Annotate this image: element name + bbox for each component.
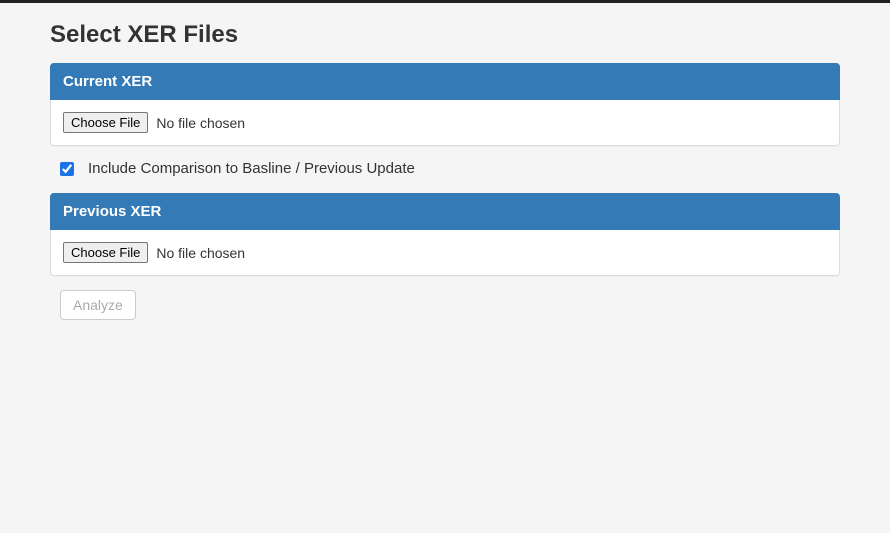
current-file-status: No file chosen <box>156 115 245 131</box>
current-choose-file-button[interactable]: Choose File <box>63 112 148 133</box>
include-comparison-row: Include Comparison to Basline / Previous… <box>60 160 840 177</box>
current-xer-panel: Current XER Choose File No file chosen <box>50 63 840 146</box>
previous-choose-file-button[interactable]: Choose File <box>63 242 148 263</box>
current-xer-heading: Current XER <box>50 63 840 100</box>
previous-xer-panel: Previous XER Choose File No file chosen <box>50 193 840 276</box>
main-container: Select XER Files Current XER Choose File… <box>0 3 890 332</box>
previous-xer-file-row: Choose File No file chosen <box>63 242 827 263</box>
include-comparison-checkbox[interactable] <box>60 162 74 176</box>
current-xer-file-row: Choose File No file chosen <box>63 112 827 133</box>
page-title: Select XER Files <box>50 21 840 49</box>
include-comparison-label: Include Comparison to Basline / Previous… <box>88 160 415 177</box>
previous-file-status: No file chosen <box>156 245 245 261</box>
previous-xer-body: Choose File No file chosen <box>51 230 839 275</box>
analyze-button[interactable]: Analyze <box>60 290 136 320</box>
previous-xer-heading: Previous XER <box>50 193 840 230</box>
current-xer-body: Choose File No file chosen <box>51 100 839 145</box>
